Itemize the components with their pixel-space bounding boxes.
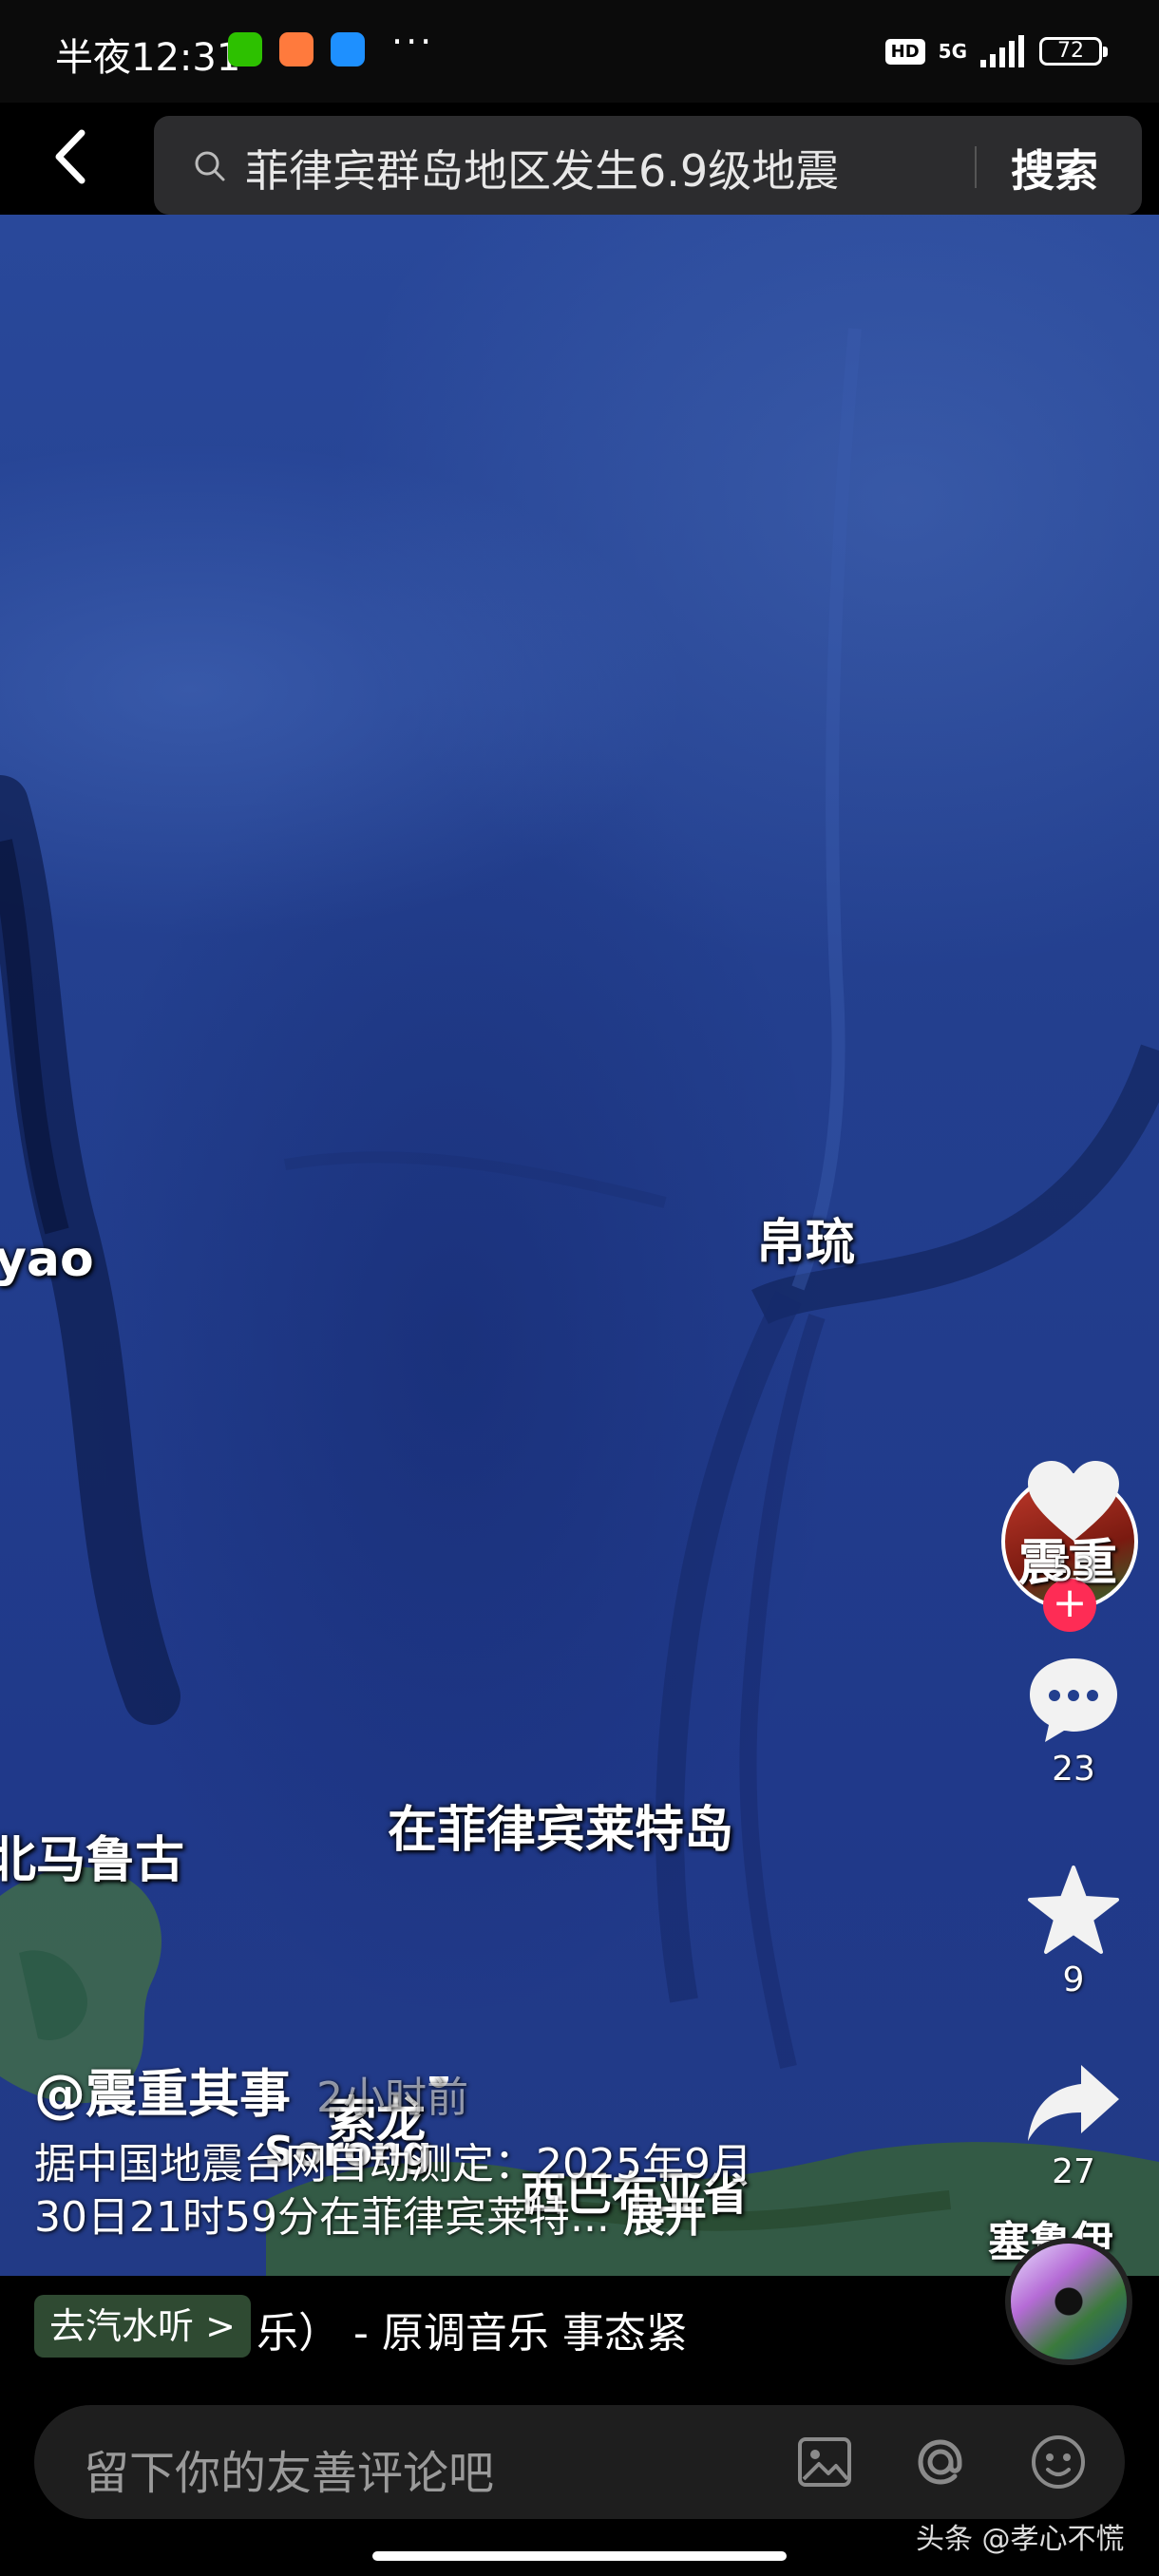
expand-button[interactable]: 展开 — [623, 2193, 707, 2242]
caption-line-1: 据中国地震台网自动测定：2025年9月 — [34, 2140, 752, 2188]
back-button[interactable] — [38, 123, 104, 190]
favorite-count: 9 — [1062, 1960, 1085, 1999]
chat-app-icon — [331, 32, 365, 66]
caption-text[interactable]: 据中国地震台网自动测定：2025年9月 30日21时59分在菲律宾莱特... 展… — [34, 2138, 946, 2245]
hd-icon: HD — [884, 38, 925, 65]
like-count: 53 — [1052, 1550, 1095, 1589]
status-time: 半夜12:31 — [55, 36, 241, 80]
post-time: 2小时前 — [316, 2074, 469, 2122]
listen-in-qishui-button[interactable]: 去汽水听 > — [34, 2295, 251, 2358]
network-type: 5G — [938, 40, 967, 63]
comment-count: 23 — [1052, 1750, 1095, 1789]
comment-button[interactable]: 23 — [1020, 1655, 1127, 1789]
image-icon[interactable] — [794, 2432, 855, 2492]
share-button[interactable]: 27 — [1020, 2061, 1127, 2191]
video-player[interactable]: yao 帛琉 北马鲁古 在菲律宾莱特岛 索龙 Sorong 西巴布亚省 塞鲁伊 … — [0, 215, 1159, 2276]
author-name[interactable]: @震重其事 — [34, 2064, 291, 2124]
search-button[interactable]: 搜索 — [1011, 137, 1098, 199]
music-title[interactable]: 乐） - 原调音乐 事态紧 — [256, 2299, 770, 2359]
search-divider — [975, 146, 977, 188]
share-icon — [1028, 2065, 1119, 2141]
map-label-palau: 帛琉 — [756, 1215, 856, 1272]
heart-icon — [1028, 1461, 1119, 1541]
mention-icon[interactable] — [910, 2432, 971, 2492]
emoji-icon[interactable] — [1028, 2432, 1089, 2492]
comment-placeholder: 留下你的友善评论吧 — [84, 2447, 495, 2500]
home-indicator[interactable] — [372, 2551, 787, 2561]
battery-icon: 72 — [1039, 37, 1108, 66]
back-arrow-icon — [55, 129, 86, 184]
top-bar: 菲律宾群岛地区发生6.9级地震 搜索 — [0, 103, 1159, 215]
comment-input[interactable]: 留下你的友善评论吧 — [34, 2405, 1125, 2519]
share-count: 27 — [1052, 2152, 1095, 2191]
search-box[interactable]: 菲律宾群岛地区发生6.9级地震 搜索 — [154, 116, 1142, 215]
signal-icon — [980, 35, 1024, 67]
caption-line-2: 30日21时59分在菲律宾莱特... — [34, 2193, 610, 2242]
like-button[interactable]: 53 — [1020, 1459, 1127, 1589]
music-bar: 去汽水听 > 乐） - 原调音乐 事态紧 — [0, 2238, 1159, 2390]
comment-area: 留下你的友善评论吧 头条 @孝心不慌 — [0, 2390, 1159, 2576]
search-icon — [195, 151, 225, 181]
status-indicators: HD 5G 72 — [884, 32, 1108, 70]
status-bar: 半夜12:31 ··· HD 5G 72 — [0, 0, 1159, 103]
favorite-button[interactable]: 9 — [1020, 1866, 1127, 1999]
music-disc-icon[interactable] — [1005, 2238, 1132, 2365]
comment-icon — [1030, 1658, 1117, 1742]
map-label-yao: yao — [0, 1231, 94, 1288]
star-icon — [1028, 1866, 1119, 1954]
search-query[interactable]: 菲律宾群岛地区发生6.9级地震 — [245, 137, 839, 199]
wechat-icon — [228, 32, 262, 66]
video-caption: @震重其事 2小时前 据中国地震台网自动测定：2025年9月 30日21时59分… — [34, 2052, 946, 2245]
shopping-app-icon — [279, 32, 314, 66]
video-subtitle: 在菲律宾莱特岛 — [388, 1802, 734, 1859]
watermark: 头条 @孝心不慌 — [916, 2523, 1125, 2556]
map-label-north-maluku: 北马鲁古 — [0, 1832, 185, 1889]
notification-more-icon: ··· — [391, 21, 435, 63]
